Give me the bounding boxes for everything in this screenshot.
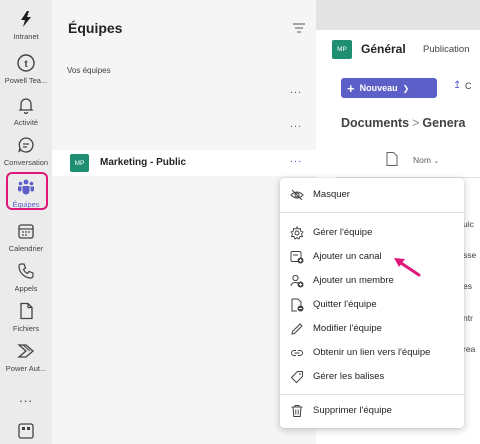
rail-item-power-automate[interactable]: Power Aut... — [0, 340, 52, 386]
trash-icon — [291, 405, 303, 417]
menu-divider — [280, 394, 464, 395]
app-rail: Intranet t Powell Tea... Activité Conver… — [0, 0, 52, 444]
list-item: ntr — [463, 313, 473, 323]
team-more-options-button[interactable]: ... — [290, 153, 302, 165]
menu-item-label: Obtenir un lien vers l'équipe — [313, 347, 431, 358]
breadcrumb: Documents > Genera — [341, 116, 465, 130]
channel-avatar: MP — [332, 40, 352, 59]
chevron-down-icon: ❯ — [402, 83, 410, 93]
more-options-button[interactable]: ... — [290, 118, 302, 130]
rail-label: Appels — [14, 284, 38, 293]
menu-item-delete-team[interactable]: Supprimer l'équipe — [280, 400, 464, 422]
rail-more-text: ... — [19, 389, 33, 405]
menu-item-edit-team[interactable]: Modifier l'équipe — [280, 318, 464, 340]
link-icon — [291, 350, 303, 356]
more-options-button[interactable]: ... — [290, 84, 302, 96]
file-icon — [15, 300, 37, 322]
menu-item-leave-team[interactable]: Quitter l'équipe — [280, 294, 464, 316]
page-title: Équipes — [68, 20, 123, 36]
menu-item-label: Gérer les balises — [313, 371, 385, 382]
intranet-logo-icon — [15, 8, 37, 30]
add-channel-icon — [290, 251, 304, 264]
menu-item-label: Masquer — [313, 189, 350, 200]
new-button-label: Nouveau — [359, 83, 398, 93]
section-label-your-teams: Vos équipes — [67, 66, 111, 75]
list-item: uic — [463, 219, 474, 229]
powell-teams-icon: t — [15, 52, 37, 74]
menu-item-hide[interactable]: Masquer — [280, 184, 464, 206]
pencil-icon — [291, 323, 303, 335]
file-type-icon — [386, 152, 398, 166]
breadcrumb-separator: > — [412, 116, 420, 130]
channel-name: Général — [361, 42, 406, 56]
filter-icon[interactable] — [292, 22, 306, 34]
team-context-menu: Masquer Gérer l'équipe Ajouter un canal … — [280, 178, 464, 428]
teams-highlight-annotation — [6, 172, 48, 210]
breadcrumb-item-current: Genera — [422, 116, 466, 130]
rail-label: Conversation — [3, 158, 49, 167]
menu-item-add-channel[interactable]: Ajouter un canal — [280, 246, 464, 268]
arrow-annotation-icon — [394, 258, 421, 277]
rail-label: Calendrier — [8, 244, 44, 253]
team-row-marketing-public[interactable]: MP Marketing - Public ... — [52, 150, 316, 176]
menu-item-label: Modifier l'équipe — [313, 323, 382, 334]
rail-label: Power Aut... — [5, 364, 47, 373]
column-header-name[interactable]: Nom ⌄ — [413, 155, 439, 165]
tag-icon — [290, 371, 303, 384]
menu-item-manage-tags[interactable]: Gérer les balises — [280, 366, 464, 388]
rail-item-apps[interactable] — [0, 420, 52, 444]
rail-label: Fichiers — [12, 324, 40, 333]
tab-publications[interactable]: Publication — [423, 44, 469, 55]
rail-label: Activité — [13, 118, 39, 127]
menu-item-add-member[interactable]: Ajouter un membre — [280, 270, 464, 292]
team-name: Marketing - Public — [100, 157, 187, 168]
power-automate-icon — [15, 340, 37, 362]
breadcrumb-item-documents[interactable]: Documents — [341, 116, 409, 130]
bell-icon — [15, 94, 37, 116]
plus-icon: + — [347, 80, 355, 96]
apps-icon — [15, 420, 37, 442]
menu-item-label: Quitter l'équipe — [313, 299, 377, 310]
rail-item-powell-teams[interactable]: t Powell Tea... — [0, 52, 52, 98]
new-button[interactable]: + Nouveau ❯ — [341, 78, 437, 98]
svg-text:t: t — [24, 59, 28, 70]
teams-panel: Équipes Vos équipes ... ... MP Marketing… — [52, 0, 316, 444]
list-item: rea — [463, 344, 476, 354]
menu-item-label: Supprimer l'équipe — [313, 405, 392, 416]
calendar-icon — [15, 220, 37, 242]
team-avatar: MP — [70, 154, 89, 172]
rail-item-intranet[interactable]: Intranet — [0, 8, 52, 54]
upload-button-label[interactable]: C — [465, 81, 472, 91]
phone-icon — [15, 260, 37, 282]
leave-team-icon — [291, 298, 304, 312]
rail-label: Intranet — [13, 32, 39, 41]
menu-item-label: Ajouter un membre — [313, 275, 394, 286]
menu-item-label: Gérer l'équipe — [313, 227, 373, 238]
menu-item-get-link[interactable]: Obtenir un lien vers l'équipe — [280, 342, 464, 364]
add-member-icon — [290, 274, 304, 288]
menu-item-label: Ajouter un canal — [313, 251, 382, 262]
more-icon: ... — [15, 386, 37, 408]
upload-icon[interactable]: ↥ — [453, 80, 461, 91]
column-header-label: Nom — [413, 155, 431, 165]
top-bar — [316, 0, 480, 30]
chevron-down-icon: ⌄ — [433, 158, 440, 165]
list-item: es — [463, 281, 472, 291]
chat-icon — [15, 134, 37, 156]
menu-item-manage-team[interactable]: Gérer l'équipe — [280, 222, 464, 244]
list-item: sse — [463, 250, 477, 260]
gear-icon — [290, 226, 304, 240]
menu-divider — [280, 212, 464, 213]
rail-label: Powell Tea... — [4, 76, 48, 85]
hide-icon — [290, 189, 304, 201]
